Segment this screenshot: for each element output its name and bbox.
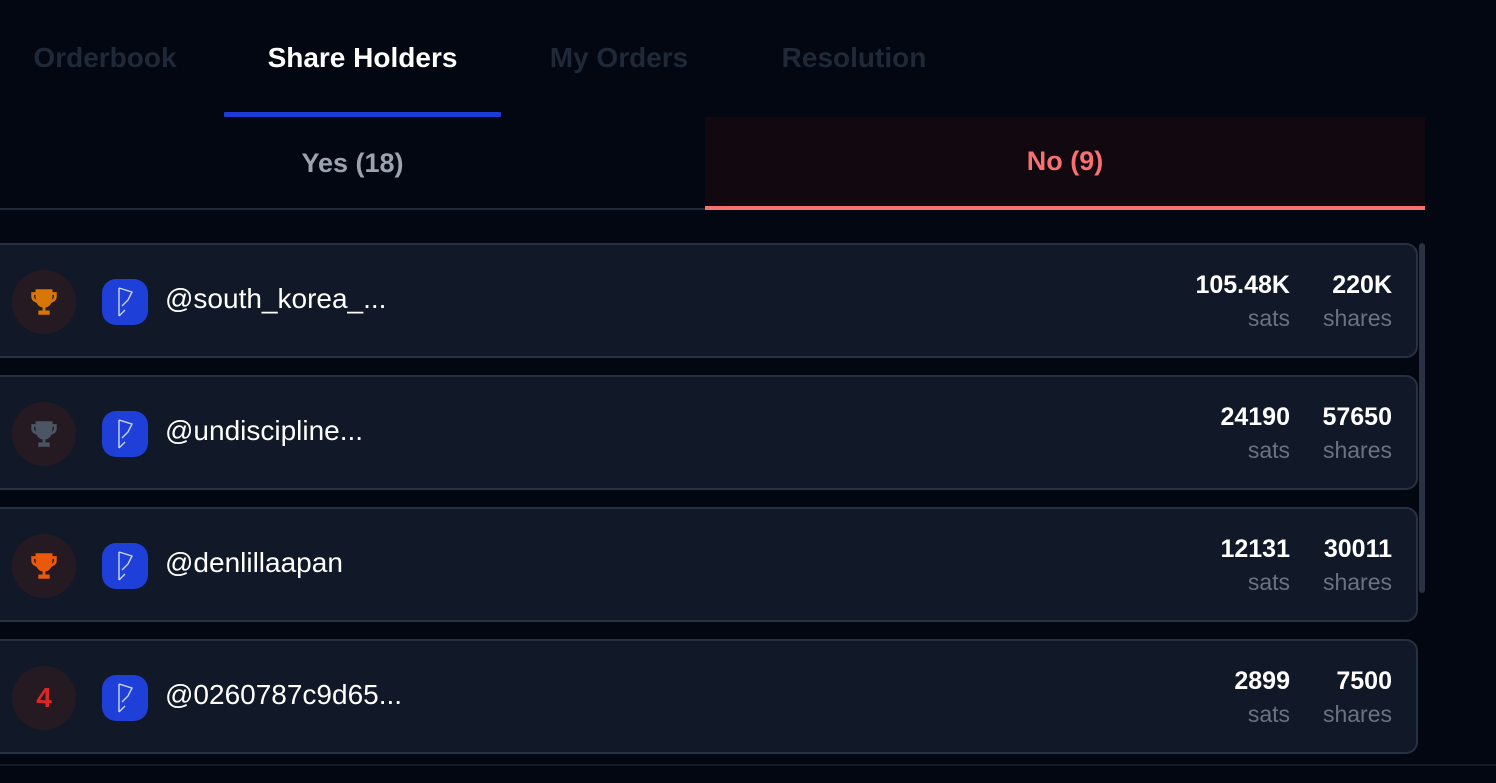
holder-shares: 220K shares	[1323, 269, 1392, 335]
shares-unit: shares	[1322, 701, 1392, 727]
holder-sats: 12131 sats	[1220, 533, 1290, 599]
sats-value: 105.48K	[1195, 271, 1290, 299]
avatar-logo-icon	[118, 683, 133, 713]
tab-orderbook[interactable]: Orderbook	[0, 0, 210, 117]
avatar	[102, 279, 148, 325]
tab-bar: Orderbook Share Holders My Orders Resolu…	[0, 0, 1496, 117]
holder-shares: 30011 shares	[1323, 533, 1392, 599]
outcome-tabs: Yes (18) No (9)	[0, 117, 1425, 210]
sats-value: 12131	[1220, 535, 1290, 563]
subtab-no[interactable]: No (9)	[705, 117, 1425, 210]
shares-value: 57650	[1322, 403, 1392, 431]
avatar	[102, 411, 148, 457]
avatar-logo-icon	[118, 551, 133, 581]
trophy-gold-icon	[31, 289, 57, 315]
avatar-logo-icon	[118, 419, 133, 449]
scrollbar[interactable]	[1419, 243, 1425, 593]
holder-sats: 24190 sats	[1220, 401, 1290, 467]
sats-unit: sats	[1247, 701, 1290, 727]
sats-value: 2899	[1234, 667, 1290, 695]
sats-unit: sats	[1247, 305, 1290, 331]
shares-value: 220K	[1332, 271, 1392, 299]
list-item[interactable]: @undiscipline... 24190 sats 57650 shares	[0, 375, 1418, 490]
shares-value: 7500	[1336, 667, 1392, 695]
sats-unit: sats	[1247, 437, 1290, 463]
holder-username[interactable]: @denlillaapan	[165, 547, 343, 579]
holder-shares: 57650 shares	[1322, 401, 1392, 467]
avatar	[102, 543, 148, 589]
avatar	[102, 675, 148, 721]
rank-badge	[12, 402, 76, 466]
holder-sats: 2899 sats	[1234, 665, 1290, 731]
holder-shares: 7500 shares	[1323, 665, 1392, 731]
trophy-bronze-icon	[31, 553, 57, 579]
shares-unit: shares	[1322, 569, 1392, 595]
rank-badge	[12, 270, 76, 334]
tab-my-orders[interactable]: My Orders	[530, 0, 708, 117]
list-item[interactable]: @south_korea_... 105.48K sats 220K share…	[0, 243, 1418, 358]
holder-username[interactable]: @undiscipline...	[165, 415, 363, 447]
subtab-yes[interactable]: Yes (18)	[0, 117, 705, 210]
tab-resolution[interactable]: Resolution	[760, 0, 948, 117]
list-item[interactable]: @denlillaapan 12131 sats 30011 shares	[0, 507, 1418, 622]
list-item[interactable]: 4 @0260787c9d65... 2899 sats 7500 shares	[0, 639, 1418, 754]
holder-sats: 105.48K sats	[1195, 269, 1290, 335]
tab-share-holders[interactable]: Share Holders	[224, 0, 501, 117]
holder-username[interactable]: @0260787c9d65...	[165, 679, 402, 711]
rank-badge	[12, 534, 76, 598]
holder-username[interactable]: @south_korea_...	[165, 283, 386, 315]
rank-badge: 4	[12, 666, 76, 730]
trophy-silver-icon	[31, 421, 57, 447]
avatar-logo-icon	[118, 287, 133, 317]
sats-value: 24190	[1220, 403, 1290, 431]
shares-value: 30011	[1323, 535, 1392, 563]
divider	[0, 764, 1496, 766]
shares-unit: shares	[1322, 437, 1392, 463]
rank-number: 4	[36, 682, 52, 713]
share-holders-panel: Orderbook Share Holders My Orders Resolu…	[0, 0, 1496, 783]
sats-unit: sats	[1247, 569, 1290, 595]
shares-unit: shares	[1322, 305, 1392, 331]
